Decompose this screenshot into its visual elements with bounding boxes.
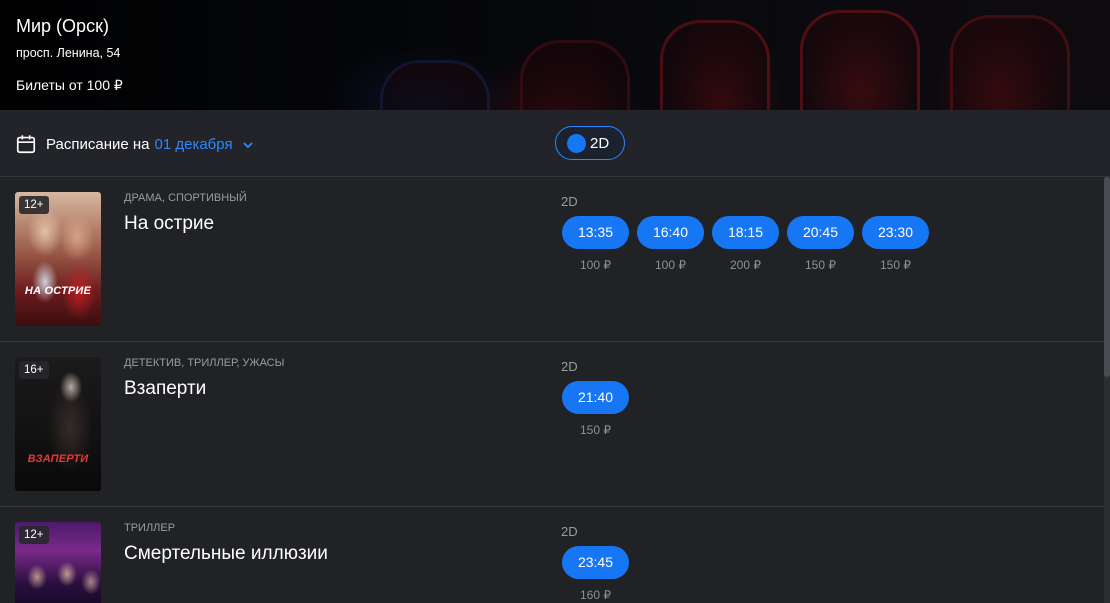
session-time-button[interactable]: 23:45 bbox=[562, 546, 629, 579]
toggle-dot-icon bbox=[567, 133, 586, 153]
calendar-icon bbox=[16, 135, 36, 154]
movie-row: 12+ ТРИЛЛЕР Смертельные иллюзии 2D 23:45… bbox=[0, 507, 1110, 603]
session-price: 160 ₽ bbox=[580, 588, 611, 602]
session-slot: 13:35 100 ₽ bbox=[562, 216, 629, 272]
session-price: 100 ₽ bbox=[655, 258, 686, 272]
movie-genres: ДРАМА, СПОРТИВНЫЙ bbox=[124, 192, 247, 204]
session-slot: 16:40 100 ₽ bbox=[637, 216, 704, 272]
session-slot: 23:45 160 ₽ bbox=[562, 546, 629, 602]
movie-row: 12+ НА ОСТРИЕ ДРАМА, СПОРТИВНЫЙ На остри… bbox=[0, 177, 1110, 342]
format-filter-2d[interactable]: 2D bbox=[555, 126, 625, 160]
session-format: 2D bbox=[561, 524, 578, 539]
session-time-button[interactable]: 16:40 bbox=[637, 216, 704, 249]
session-price: 150 ₽ bbox=[805, 258, 836, 272]
movie-genres: ТРИЛЛЕР bbox=[124, 522, 176, 534]
scrollbar[interactable] bbox=[1104, 177, 1110, 603]
session-price: 150 ₽ bbox=[580, 423, 611, 437]
movie-genres: ДЕТЕКТИВ, ТРИЛЛЕР, УЖАСЫ bbox=[124, 357, 285, 369]
session-format: 2D bbox=[561, 359, 578, 374]
selected-date[interactable]: 01 декабря bbox=[155, 136, 233, 153]
movie-poster[interactable]: 12+ bbox=[15, 522, 101, 603]
cinema-address: просп. Ленина, 54 bbox=[16, 46, 121, 60]
poster-caption: НА ОСТРИЕ bbox=[24, 285, 92, 297]
age-rating-badge: 12+ bbox=[19, 196, 49, 214]
scrollbar-thumb[interactable] bbox=[1104, 177, 1110, 377]
movie-poster[interactable]: 16+ ВЗАПЕРТИ bbox=[15, 357, 101, 491]
age-rating-badge: 16+ bbox=[19, 361, 49, 379]
session-price: 200 ₽ bbox=[730, 258, 761, 272]
header-shade bbox=[0, 0, 1110, 110]
format-filter-label: 2D bbox=[590, 134, 610, 152]
session-time-button[interactable]: 23:30 bbox=[862, 216, 929, 249]
poster-caption: ВЗАПЕРТИ bbox=[27, 453, 89, 465]
movie-title[interactable]: На острие bbox=[124, 213, 214, 235]
session-slot: 21:40 150 ₽ bbox=[562, 381, 629, 437]
movie-title[interactable]: Смертельные иллюзии bbox=[124, 543, 328, 565]
session-slot: 18:15 200 ₽ bbox=[712, 216, 779, 272]
cinema-name: Мир (Орск) bbox=[16, 16, 109, 36]
movie-row: 16+ ВЗАПЕРТИ ДЕТЕКТИВ, ТРИЛЛЕР, УЖАСЫ Вз… bbox=[0, 342, 1110, 507]
date-picker[interactable]: Расписание на 01 декабря bbox=[15, 133, 255, 155]
age-rating-badge: 12+ bbox=[19, 526, 49, 544]
session-time-button[interactable]: 20:45 bbox=[787, 216, 854, 249]
session-time-button[interactable]: 18:15 bbox=[712, 216, 779, 249]
movie-title[interactable]: Взаперти bbox=[124, 378, 206, 400]
session-slot: 23:30 150 ₽ bbox=[862, 216, 929, 272]
session-slot: 20:45 150 ₽ bbox=[787, 216, 854, 272]
chevron-down-icon[interactable] bbox=[241, 138, 255, 152]
session-format: 2D bbox=[561, 194, 578, 209]
session-price: 150 ₽ bbox=[880, 258, 911, 272]
movie-poster[interactable]: 12+ НА ОСТРИЕ bbox=[15, 192, 101, 326]
session-price: 100 ₽ bbox=[580, 258, 611, 272]
tickets-from-price: Билеты от 100 ₽ bbox=[16, 77, 123, 93]
cinema-header: Мир (Орск) просп. Ленина, 54 Билеты от 1… bbox=[0, 0, 1110, 110]
session-time-button[interactable]: 13:35 bbox=[562, 216, 629, 249]
session-time-button[interactable]: 21:40 bbox=[562, 381, 629, 414]
schedule-label: Расписание на bbox=[46, 135, 150, 153]
